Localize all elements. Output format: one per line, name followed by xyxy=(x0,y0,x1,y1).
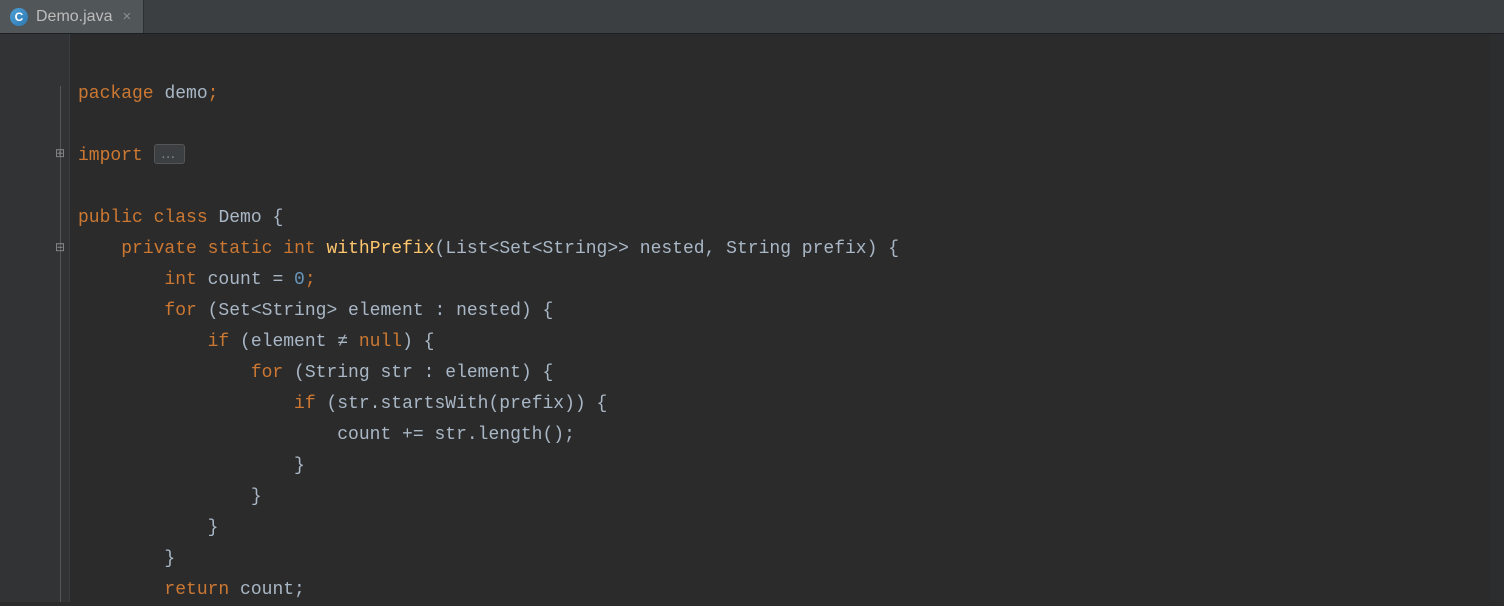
fold-expand-icon[interactable]: ⊞ xyxy=(53,146,67,160)
fold-collapse-icon[interactable]: ⊟ xyxy=(53,240,67,254)
indent xyxy=(78,239,121,259)
code-area[interactable]: package demo; import … public class Demo… xyxy=(70,34,899,602)
indent xyxy=(78,518,208,538)
code-text: (str.startsWith(prefix)) { xyxy=(316,394,608,414)
kw-static: static xyxy=(208,239,273,259)
fold-guide xyxy=(60,86,61,602)
semicolon: ; xyxy=(208,84,219,104)
brace-close: } xyxy=(164,549,175,569)
indent xyxy=(78,332,208,352)
code-text: (element ≠ xyxy=(229,332,359,352)
close-icon[interactable]: × xyxy=(120,8,131,25)
kw-import: import xyxy=(78,146,143,166)
code-text: (Set<String> element : nested) { xyxy=(197,301,553,321)
indent xyxy=(78,270,164,290)
kw-if: if xyxy=(294,394,316,414)
kw-package: package xyxy=(78,84,154,104)
method-name: withPrefix xyxy=(327,239,435,259)
brace-close: } xyxy=(251,487,262,507)
indent xyxy=(78,363,251,383)
kw-null: null xyxy=(359,332,402,352)
indent xyxy=(78,580,164,600)
editor-tabbar: C Demo.java × xyxy=(0,0,1504,34)
method-args: (List<Set<String>> nested, String prefix… xyxy=(435,239,899,259)
indent xyxy=(78,549,164,569)
file-tab[interactable]: C Demo.java × xyxy=(0,0,144,33)
code-text: count = xyxy=(197,270,294,290)
kw-int: int xyxy=(164,270,196,290)
code-text: count += str.length(); xyxy=(337,425,575,445)
kw-for: for xyxy=(251,363,283,383)
brace-close: } xyxy=(294,456,305,476)
brace-open: { xyxy=(262,208,284,228)
semicolon: ; xyxy=(305,270,316,290)
kw-if: if xyxy=(208,332,230,352)
file-tab-label: Demo.java xyxy=(36,8,112,26)
code-text: ) { xyxy=(402,332,434,352)
kw-for: for xyxy=(164,301,196,321)
code-text: count; xyxy=(229,580,305,600)
scrollbar[interactable] xyxy=(1490,34,1504,602)
brace-close: } xyxy=(208,518,219,538)
gutter: ⊞ ⊟ xyxy=(0,34,70,602)
kw-public: public xyxy=(78,208,143,228)
indent xyxy=(78,301,164,321)
indent xyxy=(78,456,294,476)
kw-return: return xyxy=(164,580,229,600)
indent xyxy=(78,487,251,507)
class-name: Demo xyxy=(218,208,261,228)
kw-private: private xyxy=(121,239,197,259)
kw-class: class xyxy=(154,208,208,228)
number-literal: 0 xyxy=(294,270,305,290)
code-text: (String str : element) { xyxy=(283,363,553,383)
indent xyxy=(78,425,337,445)
indent xyxy=(78,394,294,414)
java-class-icon: C xyxy=(10,8,28,26)
kw-int: int xyxy=(283,239,315,259)
package-name: demo xyxy=(164,84,207,104)
code-editor[interactable]: ⊞ ⊟ package demo; import … public class … xyxy=(0,34,1504,602)
folded-imports[interactable]: … xyxy=(154,144,185,164)
